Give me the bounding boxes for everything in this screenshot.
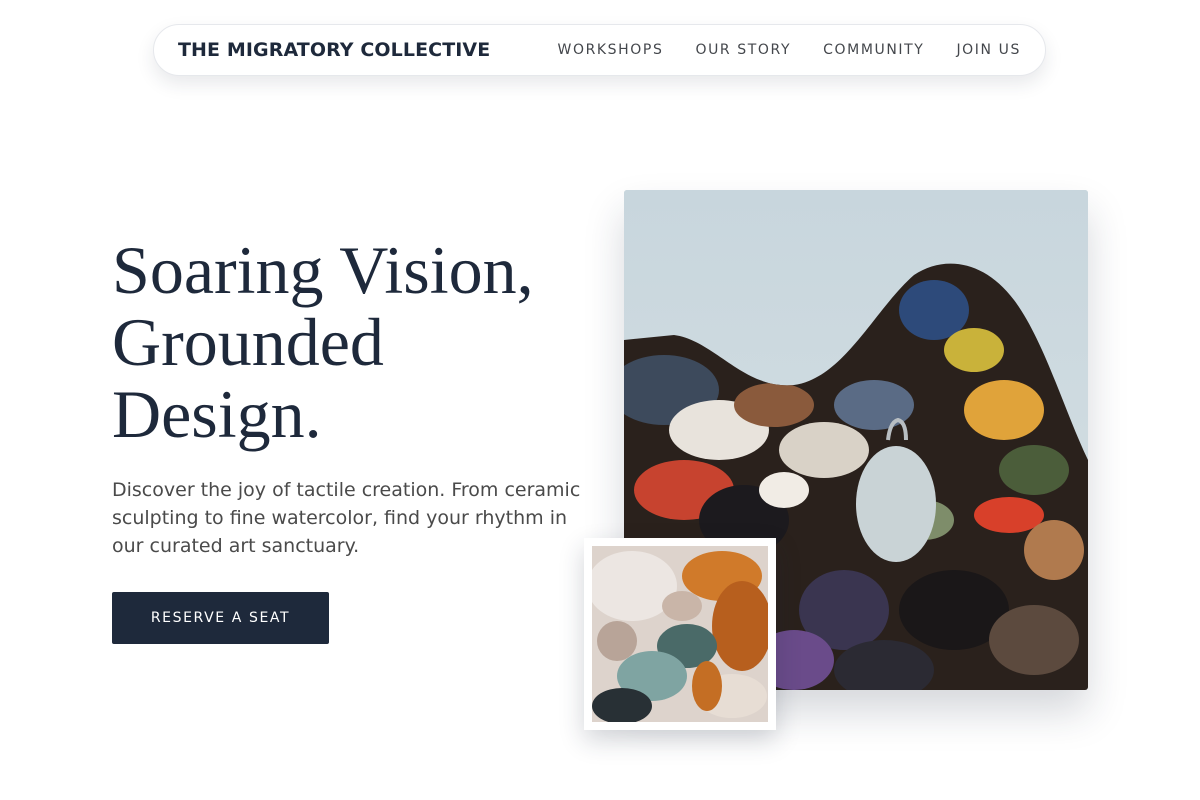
headline-line-2: Grounded: [112, 304, 384, 380]
hero-description: Discover the joy of tactile creation. Fr…: [112, 479, 581, 557]
reserve-seat-button[interactable]: RESERVE A SEAT: [112, 592, 329, 644]
brand-logo[interactable]: THE MIGRATORY COLLECTIVE: [178, 39, 490, 61]
paint-texture-inset-image: [584, 538, 776, 730]
landing-page: THE MIGRATORY COLLECTIVE WORKSHOPS OUR S…: [0, 0, 1200, 800]
top-navigation-bar: THE MIGRATORY COLLECTIVE WORKSHOPS OUR S…: [153, 24, 1046, 76]
hero-headline: Soaring Vision, Grounded Design.: [112, 234, 592, 450]
nav-link-join-us[interactable]: JOIN US: [956, 42, 1021, 58]
nav-links: WORKSHOPS OUR STORY COMMUNITY JOIN US: [526, 42, 1021, 58]
nav-link-community[interactable]: COMMUNITY: [823, 42, 924, 58]
nav-link-workshops[interactable]: WORKSHOPS: [558, 42, 664, 58]
nav-link-our-story[interactable]: OUR STORY: [695, 42, 791, 58]
headline-line-1: Soaring Vision,: [112, 232, 534, 308]
headline-line-3: Design.: [112, 376, 322, 452]
